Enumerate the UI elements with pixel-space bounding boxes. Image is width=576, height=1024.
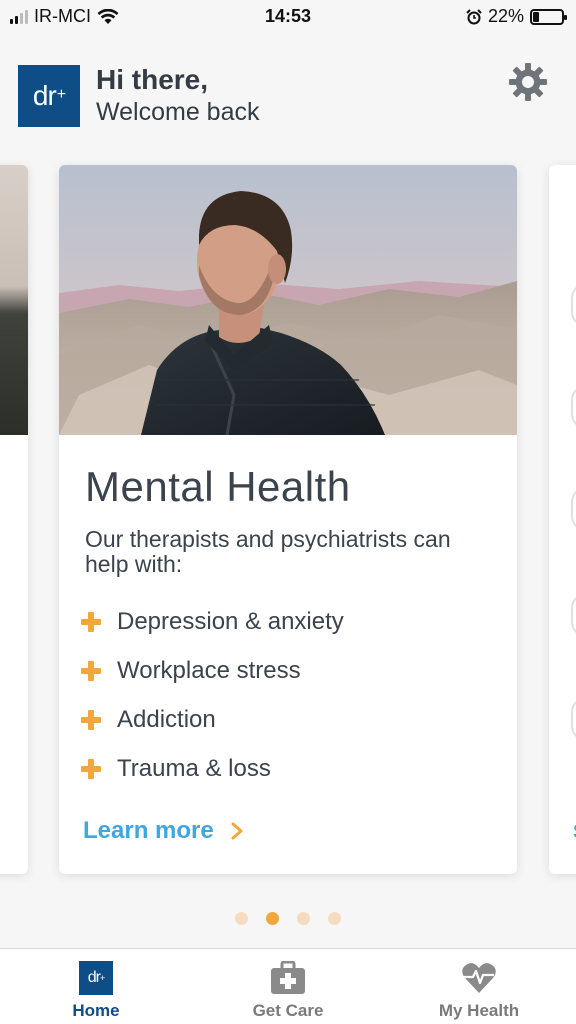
card-title: Mental Health bbox=[85, 463, 351, 510]
list-item-label: Workplace stress bbox=[117, 656, 301, 684]
pager-dot[interactable] bbox=[235, 912, 248, 925]
pager-dot-active[interactable] bbox=[266, 912, 279, 925]
list-item: Depression & anxiety bbox=[81, 597, 344, 646]
tab-home[interactable]: dr + Home bbox=[26, 961, 166, 1021]
list-item: Addiction bbox=[81, 695, 344, 744]
tab-bar: dr + Home Get Care My Health bbox=[0, 948, 576, 1024]
carousel-pager bbox=[0, 912, 576, 925]
header: dr + Hi there, Welcome back bbox=[18, 62, 558, 128]
list-item: Trauma & loss bbox=[81, 744, 344, 793]
previous-card-photo bbox=[0, 165, 28, 435]
pager-dot[interactable] bbox=[297, 912, 310, 925]
circle-icon bbox=[571, 487, 576, 531]
hero-photo bbox=[59, 165, 517, 435]
card-subtitle: Our therapists and psychiatrists can hel… bbox=[85, 526, 451, 577]
tab-get-care-label: Get Care bbox=[252, 1001, 324, 1020]
service-list: Depression & anxiety Workplace stress Ad… bbox=[81, 597, 344, 793]
plus-icon bbox=[81, 709, 101, 730]
alarm-icon bbox=[466, 8, 482, 24]
tab-logo-text: dr bbox=[87, 969, 101, 986]
greeting-subtitle: Welcome back bbox=[96, 98, 260, 126]
circle-icon bbox=[571, 385, 576, 429]
learn-more-label: Learn more bbox=[83, 817, 214, 844]
plus-icon bbox=[81, 611, 101, 632]
previous-card[interactable] bbox=[0, 165, 28, 874]
logo-plus: + bbox=[56, 86, 66, 103]
tab-home-label: Home bbox=[72, 1001, 120, 1020]
circle-icon bbox=[571, 283, 576, 327]
next-card[interactable]: S bbox=[549, 165, 576, 874]
tab-my-health-label: My Health bbox=[438, 1001, 520, 1020]
list-item: Workplace stress bbox=[81, 646, 344, 695]
battery-percent: 22% bbox=[487, 6, 524, 26]
greeting-title: Hi there, bbox=[96, 64, 209, 95]
tab-my-health[interactable]: My Health bbox=[409, 961, 549, 1021]
greeting: Hi there, Welcome back bbox=[96, 64, 260, 128]
tab-get-care[interactable]: Get Care bbox=[218, 961, 358, 1021]
tab-logo-plus: + bbox=[99, 973, 105, 983]
logo-text: dr bbox=[32, 80, 57, 111]
list-item-label: Trauma & loss bbox=[117, 754, 271, 782]
dr-logo: dr + bbox=[18, 65, 80, 127]
learn-more-link[interactable]: Learn more bbox=[83, 817, 244, 845]
mental-health-card[interactable]: Mental Health Our therapists and psychia… bbox=[59, 165, 517, 874]
circle-icon bbox=[571, 593, 576, 637]
plus-icon bbox=[81, 758, 101, 779]
circle-icon bbox=[571, 697, 576, 741]
gear-icon[interactable] bbox=[508, 62, 548, 102]
home-screen: IR-MCI 14:53 22% dr + Hi there, Welcome … bbox=[0, 0, 576, 1024]
list-item-label: Addiction bbox=[117, 705, 216, 733]
heart-pulse-icon bbox=[462, 963, 496, 993]
status-bar: IR-MCI 14:53 22% bbox=[0, 0, 576, 34]
plus-icon bbox=[81, 660, 101, 681]
battery-icon bbox=[530, 8, 567, 25]
battery-fill bbox=[533, 11, 540, 22]
chevron-right-icon bbox=[231, 822, 243, 840]
dr-logo-icon: dr + bbox=[79, 961, 113, 995]
medical-kit-icon bbox=[271, 961, 305, 994]
status-right: 22% bbox=[466, 6, 567, 27]
pager-dot[interactable] bbox=[328, 912, 341, 925]
list-item-label: Depression & anxiety bbox=[117, 607, 344, 635]
